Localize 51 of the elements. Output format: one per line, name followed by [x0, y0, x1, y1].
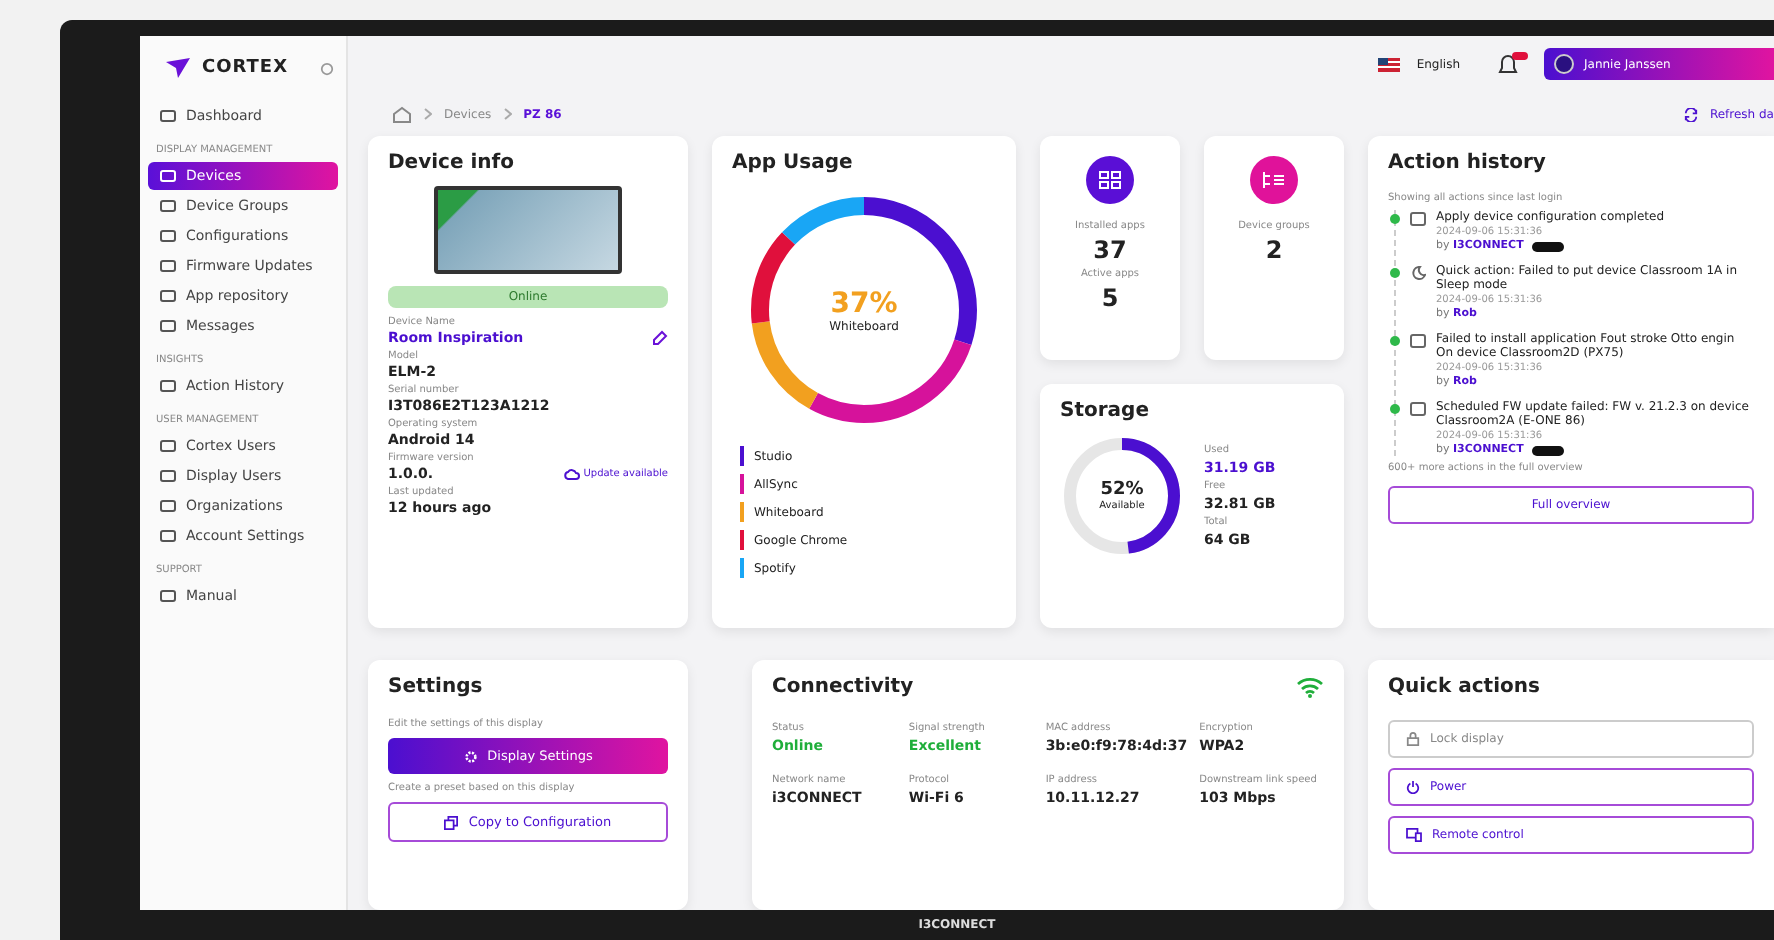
square-icon [160, 439, 176, 453]
wifi-icon [1296, 676, 1324, 698]
square-icon [160, 589, 176, 603]
stat-value: 37 [1093, 236, 1127, 264]
card-title: Settings [388, 676, 485, 698]
screens-icon [1406, 828, 1422, 842]
square-icon [160, 319, 176, 333]
stat-value: 5 [1101, 284, 1119, 312]
square-icon [160, 109, 176, 123]
square-icon [160, 529, 176, 543]
square-icon [1410, 212, 1426, 226]
collapse-icon[interactable] [320, 61, 334, 75]
lock-icon [1406, 732, 1420, 746]
flag-icon [1378, 57, 1401, 71]
timeline-dot [1390, 268, 1400, 278]
stat-value: 2 [1265, 236, 1283, 264]
square-icon [160, 289, 176, 303]
timeline-dot [1390, 214, 1400, 224]
card-title: Action history [1388, 152, 1548, 174]
square-icon [160, 259, 176, 273]
moon-icon [1410, 266, 1426, 280]
card-title: Quick actions [1388, 676, 1542, 698]
timeline-dot [1390, 404, 1400, 414]
storage-percent: 52% [1100, 480, 1144, 500]
square-icon [160, 229, 176, 243]
card-title: App Usage [732, 152, 855, 174]
square-icon [160, 169, 176, 183]
card-title: Connectivity [772, 676, 914, 698]
usage-percent: 37% [830, 287, 898, 319]
bell-icon[interactable] [1496, 52, 1528, 76]
card-title: Device info [388, 152, 516, 174]
chevron-icon [503, 108, 512, 120]
square-icon [160, 379, 176, 393]
cloud-icon [563, 468, 580, 480]
avatar-icon [1554, 54, 1574, 74]
refresh-icon [1683, 107, 1698, 121]
square-icon [160, 499, 176, 513]
logo-icon [164, 56, 192, 80]
square-icon [1410, 402, 1426, 416]
home-icon[interactable] [392, 105, 412, 123]
power-icon [1406, 780, 1420, 794]
chevron-icon [424, 108, 432, 120]
square-icon [1410, 334, 1426, 348]
gear-icon [463, 749, 478, 763]
brand-name: CORTEX [202, 58, 289, 78]
edit-icon[interactable] [652, 330, 668, 346]
copy-icon [444, 815, 459, 829]
square-icon [160, 469, 176, 483]
square-icon [160, 199, 176, 213]
card-title: Storage [1060, 400, 1151, 422]
timeline-dot [1390, 336, 1400, 346]
